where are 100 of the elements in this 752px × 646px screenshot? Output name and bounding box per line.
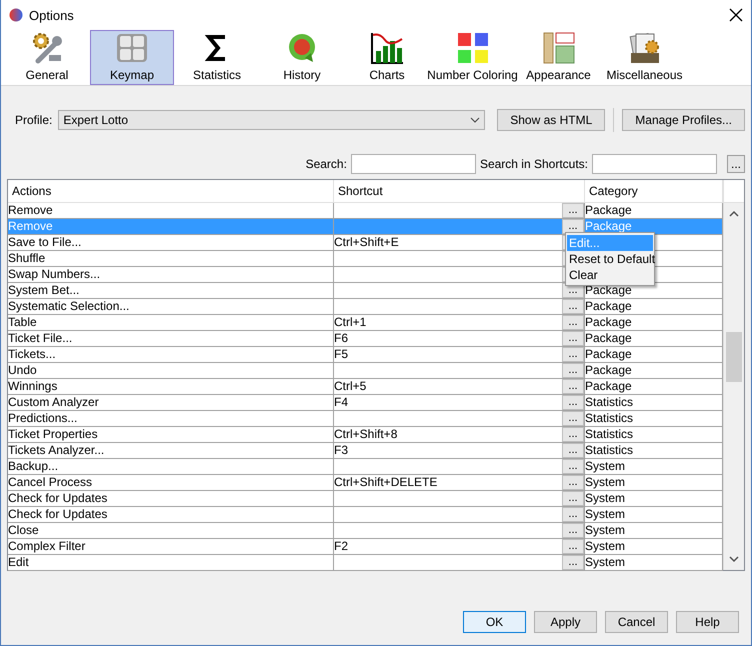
category-cell: Statistics	[585, 395, 634, 410]
window-title: Options	[29, 8, 75, 22]
menu-item[interactable]: Clear	[567, 267, 653, 283]
toolbar-tab[interactable]: Miscellaneous	[602, 30, 687, 85]
toolbar-tab[interactable]: Charts	[345, 30, 429, 85]
column-header[interactable]: Category	[589, 184, 638, 198]
category-cell: System	[585, 475, 626, 490]
column-header[interactable]: Shortcut	[338, 184, 383, 198]
scrollbar-thumb[interactable]	[726, 332, 742, 382]
action-cell: Edit	[8, 555, 29, 570]
shortcut-cell: Ctrl+Shift+DELETE	[334, 475, 438, 490]
dialog-button[interactable]: Cancel	[605, 611, 668, 633]
category-cell: Package	[585, 363, 632, 378]
action-cell: Check for Updates	[8, 491, 108, 506]
shortcut-cell: Ctrl+5	[334, 379, 366, 394]
edit-shortcut-button[interactable]: ...	[562, 315, 584, 330]
shortcut-cell: Ctrl+1	[334, 315, 366, 330]
edit-shortcut-button[interactable]: ...	[562, 299, 584, 314]
category-cell: Statistics	[585, 427, 634, 442]
edit-shortcut-button[interactable]: ...	[562, 555, 584, 570]
category-cell: Package	[585, 219, 632, 234]
category-cell: Package	[585, 347, 632, 362]
table-row[interactable]: Check for Updates ... System	[8, 491, 723, 507]
edit-shortcut-button[interactable]: ...	[562, 347, 584, 362]
search-label: Search:	[306, 157, 347, 171]
table-row[interactable]: Edit ... System	[8, 555, 723, 571]
edit-shortcut-button[interactable]: ...	[562, 331, 584, 346]
search-field[interactable]	[350, 154, 476, 174]
table-row[interactable]: Custom Analyzer F4 ... Statistics	[8, 395, 723, 411]
category-cell: System	[585, 555, 626, 570]
edit-shortcut-button[interactable]: ...	[562, 491, 584, 506]
edit-shortcut-button[interactable]: ...	[562, 411, 584, 426]
close-icon[interactable]	[729, 8, 743, 22]
edit-shortcut-button[interactable]: ...	[562, 395, 584, 410]
table-row[interactable]: Predictions... ... Statistics	[8, 411, 723, 427]
shortcut-search-field[interactable]	[592, 154, 717, 174]
shortcut-cell: F3	[334, 443, 348, 458]
browse-button[interactable]: ...	[727, 155, 745, 173]
category-cell: Package	[585, 299, 632, 314]
column-header[interactable]: Actions	[12, 184, 52, 198]
table-row[interactable]: Table Ctrl+1 ... Package	[8, 315, 723, 331]
action-cell: Cancel Process	[8, 475, 92, 490]
shortcut-cell: F5	[334, 347, 348, 362]
edit-shortcut-button[interactable]: ...	[562, 203, 584, 218]
category-cell: Package	[585, 283, 632, 298]
table-row[interactable]: Winnings Ctrl+5 ... Package	[8, 379, 723, 395]
edit-shortcut-button[interactable]: ...	[562, 443, 584, 458]
profile-label: Profile:	[14, 113, 54, 127]
dialog-button[interactable]: OK	[463, 611, 526, 633]
action-cell: Tickets...	[8, 347, 56, 362]
dialog-button[interactable]: Apply	[534, 611, 597, 633]
action-cell: Undo	[8, 363, 37, 378]
table-row[interactable]: Remove ... Package	[8, 219, 723, 235]
table-row[interactable]: Ticket File... F6 ... Package	[8, 331, 723, 347]
action-cell: Remove	[8, 203, 53, 218]
dialog-button[interactable]: Help	[676, 611, 739, 633]
table-row[interactable]: Undo ... Package	[8, 363, 723, 379]
table-row[interactable]: Ticket Properties Ctrl+Shift+8 ... Statistics	[8, 427, 723, 443]
toolbar-tab[interactable]: History	[260, 30, 344, 85]
action-cell: Save to File...	[8, 235, 82, 250]
table-row[interactable]: Check for Updates ... System	[8, 507, 723, 523]
table-row[interactable]: Cancel Process Ctrl+Shift+DELETE ... System	[8, 475, 723, 491]
action-cell: Table	[8, 315, 37, 330]
dropdown-caret-icon	[470, 117, 480, 123]
action-cell: Check for Updates	[8, 507, 108, 522]
manage-profiles-button[interactable]: Manage Profiles...	[622, 109, 745, 131]
action-cell: Remove	[8, 219, 53, 234]
toolbar-tab[interactable]: Number Coloring	[430, 30, 515, 85]
table-row[interactable]: Backup... ... System	[8, 459, 723, 475]
action-cell: Complex Filter	[8, 539, 86, 554]
edit-shortcut-button[interactable]: ...	[562, 523, 584, 538]
category-cell: Statistics	[585, 411, 634, 426]
toolbar-tab[interactable]: Keymap	[90, 30, 174, 85]
toolbar-tab[interactable]: General	[5, 30, 89, 85]
show-html-button[interactable]: Show as HTML	[497, 109, 606, 131]
table-row[interactable]: Close ... System	[8, 523, 723, 539]
edit-shortcut-button[interactable]: ...	[562, 379, 584, 394]
table-row[interactable]: Tickets Analyzer... F3 ... Statistics	[8, 443, 723, 459]
table-row[interactable]: Complex Filter F2 ... System	[8, 539, 723, 555]
edit-shortcut-button[interactable]: ...	[562, 507, 584, 522]
color-squares-icon	[456, 31, 490, 65]
shortcut-cell: F2	[334, 539, 348, 554]
category-cell: System	[585, 507, 626, 522]
edit-shortcut-button[interactable]: ...	[562, 539, 584, 554]
action-cell: Ticket File...	[8, 331, 72, 346]
category-cell: System	[585, 491, 626, 506]
edit-shortcut-button[interactable]: ...	[562, 459, 584, 474]
category-cell: System	[585, 539, 626, 554]
profile-dropdown[interactable]: Expert Lotto	[58, 110, 486, 130]
table-row[interactable]: Tickets... F5 ... Package	[8, 347, 723, 363]
toolbar-tab[interactable]: Statistics	[175, 30, 259, 85]
toolbar-tab[interactable]: Appearance	[516, 30, 601, 85]
category-cell: Statistics	[585, 443, 634, 458]
category-cell: Package	[585, 379, 632, 394]
edit-shortcut-button[interactable]: ...	[562, 427, 584, 442]
action-cell: Ticket Properties	[8, 427, 98, 442]
menu-item[interactable]: Reset to Default	[567, 251, 653, 267]
edit-shortcut-button[interactable]: ...	[562, 475, 584, 490]
edit-shortcut-button[interactable]: ...	[562, 363, 584, 378]
table-row[interactable]: Systematic Selection... ... Package	[8, 299, 723, 315]
